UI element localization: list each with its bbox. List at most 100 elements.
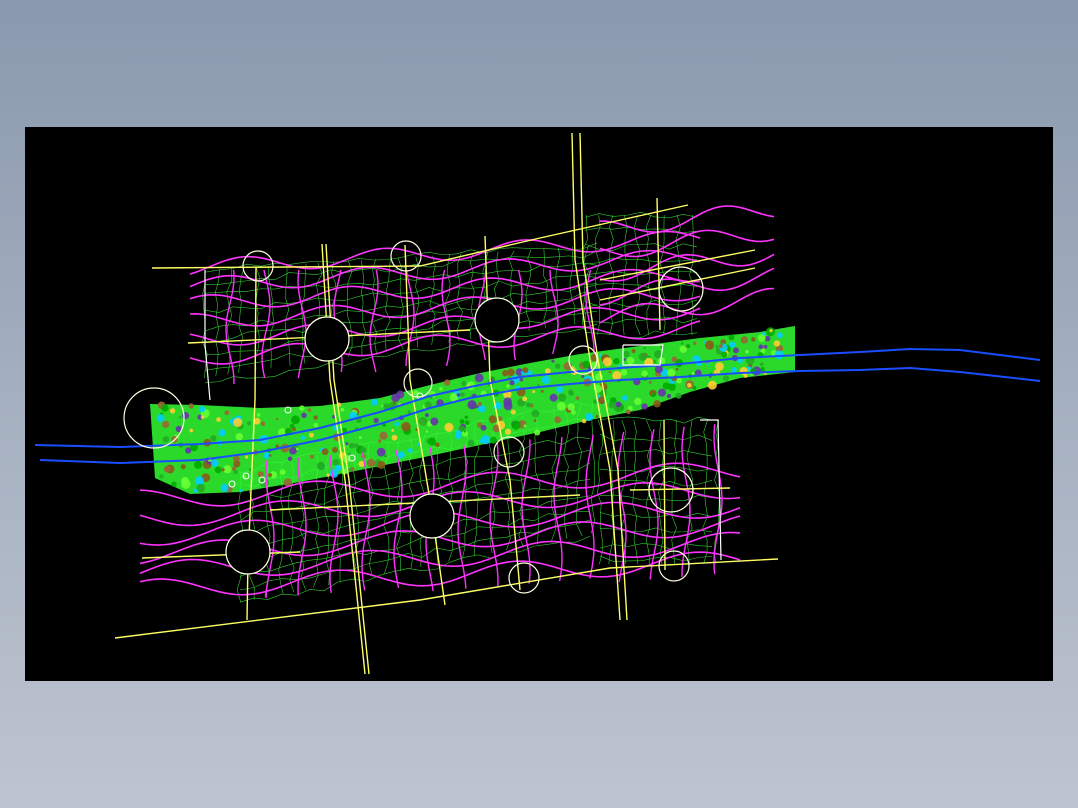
- foliage-dot: [481, 435, 491, 445]
- foliage-dot: [233, 460, 241, 468]
- foliage-dot: [391, 434, 398, 441]
- parcel-line: [702, 419, 708, 565]
- foliage-dot: [541, 375, 551, 385]
- foliage-dot: [321, 448, 329, 456]
- foliage-dot: [641, 403, 648, 410]
- foliage-dot: [216, 417, 221, 422]
- foliage-dot: [211, 459, 219, 467]
- foliage-dot: [773, 340, 781, 347]
- foliage-dot: [740, 336, 749, 344]
- foliage-dot: [358, 436, 362, 440]
- foliage-dot: [675, 392, 682, 399]
- foliage-dot: [522, 367, 529, 374]
- foliage-dot: [703, 340, 706, 344]
- node-circle: [474, 297, 520, 343]
- foliage-dot: [532, 390, 536, 394]
- parcel-line: [632, 419, 639, 565]
- foliage-dot: [556, 401, 566, 411]
- foliage-dot: [289, 423, 295, 429]
- foliage-dot: [585, 412, 594, 421]
- parcel-line: [658, 419, 665, 565]
- foliage-dot: [246, 421, 252, 426]
- foliage-dot: [620, 368, 628, 376]
- foliage-dot: [608, 370, 612, 374]
- parcel-line: [361, 259, 367, 355]
- foliage-dot: [692, 341, 697, 346]
- foliage-dot: [397, 451, 405, 459]
- foliage-dot: [194, 476, 204, 486]
- foliage-dot: [592, 399, 598, 404]
- contour-line: [617, 431, 627, 582]
- parcel-line: [599, 512, 713, 518]
- foliage-dot: [608, 401, 616, 409]
- foliage-dot: [161, 404, 169, 412]
- node-circle: [304, 316, 350, 362]
- foliage-dot: [686, 344, 691, 349]
- foliage-dot: [401, 421, 411, 432]
- foliage-dot: [666, 393, 672, 399]
- road-line: [663, 419, 666, 571]
- foliage-dot: [510, 409, 516, 415]
- building-outline: [700, 419, 722, 561]
- foliage-dot: [567, 403, 575, 411]
- parcel-line: [599, 433, 713, 442]
- foliage-dot: [275, 417, 279, 421]
- foliage-dot: [533, 419, 537, 423]
- foliage-dot: [239, 488, 243, 493]
- cad-viewport[interactable]: [25, 127, 1053, 681]
- foliage-dot: [776, 332, 783, 339]
- foliage-dot: [178, 416, 182, 419]
- foliage-dot: [525, 402, 531, 408]
- foliage-dot: [188, 403, 194, 409]
- foliage-dot: [169, 408, 176, 414]
- parcel-line: [671, 419, 678, 565]
- foliage-dot: [340, 407, 345, 412]
- building-outline: [204, 270, 211, 401]
- foliage-dot: [502, 369, 509, 377]
- foliage-dot: [308, 432, 314, 438]
- parcel-line: [214, 269, 220, 377]
- foliage-dot: [394, 421, 400, 427]
- foliage-dot: [256, 413, 261, 417]
- foliage-dot: [287, 456, 293, 462]
- foliage-dot: [503, 397, 512, 406]
- foliage-dot: [615, 401, 622, 408]
- foliage-dot: [162, 436, 170, 443]
- foliage-dot: [626, 409, 631, 415]
- foliage-dot: [377, 461, 386, 469]
- foliage-dot: [370, 398, 378, 406]
- parcel-line: [239, 535, 591, 603]
- foliage-dot: [235, 433, 243, 441]
- foliage-dot: [769, 328, 773, 333]
- foliage-dot: [648, 380, 652, 384]
- foliage-dot: [626, 356, 635, 365]
- foliage-dot: [582, 360, 591, 369]
- foliage-dot: [159, 474, 164, 479]
- foliage-dot: [467, 400, 477, 410]
- node-circle: [225, 529, 271, 575]
- foliage-dot: [310, 454, 315, 459]
- foliage-dot: [631, 349, 636, 354]
- road-line: [141, 551, 301, 559]
- parcel-line: [584, 257, 698, 265]
- foliage-dot: [667, 368, 676, 378]
- parcel-line: [599, 555, 713, 562]
- node-circle: [409, 493, 455, 539]
- foliage-dot: [551, 359, 555, 363]
- foliage-dot: [774, 350, 784, 360]
- foliage-dot: [613, 357, 620, 365]
- road-line: [629, 487, 731, 491]
- foliage-dot: [463, 430, 467, 433]
- foliage-dot: [641, 370, 648, 377]
- foliage-dot: [489, 436, 497, 444]
- foliage-dot: [534, 429, 541, 436]
- foliage-dot: [464, 415, 469, 419]
- foliage-dot: [313, 415, 318, 420]
- foliage-dot: [345, 442, 349, 446]
- foliage-dot: [443, 379, 451, 386]
- foliage-dot: [522, 396, 528, 402]
- foliage-dot: [554, 416, 561, 424]
- parcel-line: [385, 258, 391, 352]
- foliage-dot: [460, 392, 465, 397]
- foliage-dot: [675, 367, 679, 371]
